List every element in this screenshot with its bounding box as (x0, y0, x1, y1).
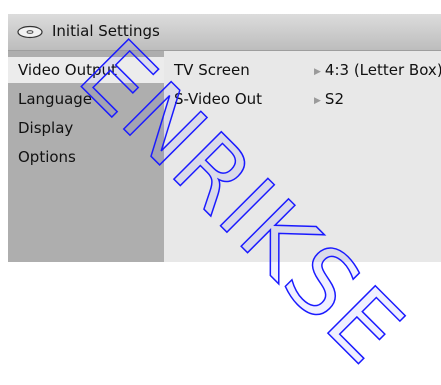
arrow-right-icon: ▶ (314, 96, 321, 106)
sidebar-item-language[interactable]: Language (8, 86, 164, 112)
settings-panel: TV Screen ▶ 4:3 (Letter Box) S-Video Out … (164, 51, 441, 262)
s-video-out-value[interactable]: ▶ S2 (314, 86, 344, 114)
disc-icon (17, 25, 43, 39)
s-video-out-label[interactable]: S-Video Out (174, 86, 262, 112)
sidebar-item-video-output[interactable]: Video Output (8, 57, 164, 83)
sidebar-item-options[interactable]: Options (8, 144, 164, 170)
arrow-right-icon: ▶ (314, 67, 321, 77)
sidebar-menu: Video Output Language Display Options (8, 51, 164, 262)
s-video-out-value-text: S2 (324, 90, 344, 108)
tv-screen-value[interactable]: ▶ 4:3 (Letter Box) (314, 57, 441, 85)
page-title: Initial Settings (52, 22, 160, 40)
tv-screen-value-text: 4:3 (Letter Box) (324, 61, 441, 79)
sidebar-item-display[interactable]: Display (8, 115, 164, 141)
tv-screen-label[interactable]: TV Screen (174, 57, 250, 83)
header-bar: Initial Settings (8, 14, 441, 51)
settings-window: Initial Settings Video Output Language D… (8, 14, 441, 262)
